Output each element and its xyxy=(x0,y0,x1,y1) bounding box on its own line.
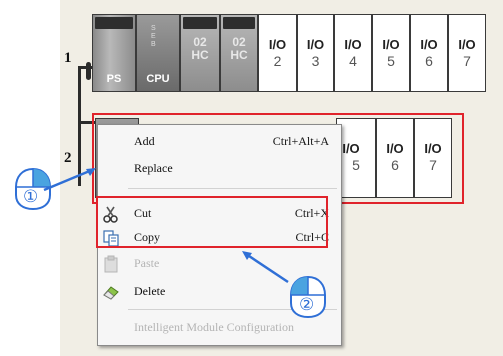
menu-item-paste[interactable]: Paste xyxy=(98,253,341,275)
io-slot-number: 3 xyxy=(311,53,320,69)
arrow-to-copy xyxy=(242,251,289,284)
ps-label: PS xyxy=(106,73,122,85)
io-slot-number: 2 xyxy=(273,53,282,69)
eraser-icon xyxy=(102,283,120,301)
io-slot-5[interactable]: I/O 5 xyxy=(372,14,410,92)
menu-item-label: Intelligent Module Configuration xyxy=(134,320,294,334)
io-slot-4[interactable]: I/O 4 xyxy=(334,14,372,92)
cpu-label: CPU xyxy=(146,73,170,85)
module-top-bar xyxy=(95,17,133,29)
hc-module-1[interactable]: 02 HC xyxy=(180,14,220,92)
menu-item-label: Add xyxy=(134,134,155,148)
io-slot-number: 6 xyxy=(425,53,433,69)
hc-module-2[interactable]: 02 HC xyxy=(220,14,258,92)
io-label: I/O xyxy=(420,37,438,52)
marker-number-1: ① xyxy=(23,187,39,206)
menu-item-add[interactable]: Add Ctrl+Alt+A xyxy=(98,131,341,153)
hc-type: HC xyxy=(191,48,209,62)
rack-number-1: 1 xyxy=(64,50,72,66)
menu-separator xyxy=(128,188,337,189)
io-label: I/O xyxy=(382,37,400,52)
module-top-bar xyxy=(183,17,217,29)
marker-number-2: ② xyxy=(299,295,315,314)
rack-connector-row1-tail xyxy=(86,62,91,80)
menu-item-label: Replace xyxy=(134,161,173,175)
ps-module[interactable]: PS xyxy=(92,14,136,92)
cut-copy-highlight-box xyxy=(96,196,328,248)
led-s: S xyxy=(151,25,156,32)
cpu-led-indicators: S E B xyxy=(151,25,156,49)
menu-item-replace[interactable]: Replace xyxy=(98,158,341,180)
menu-item-intelligent-module-configuration[interactable]: Intelligent Module Configuration xyxy=(98,317,341,339)
menu-item-shortcut: Ctrl+Alt+A xyxy=(272,134,329,148)
io-slot-number: 7 xyxy=(463,53,471,69)
io-slot-number: 4 xyxy=(349,53,357,69)
menu-item-label: Delete xyxy=(134,284,166,298)
io-slot-number: 5 xyxy=(387,53,395,69)
io-label: I/O xyxy=(306,37,325,52)
cpu-module[interactable]: S E B CPU xyxy=(136,14,180,92)
io-slot-3[interactable]: I/O 3 xyxy=(297,14,334,92)
module-top-bar xyxy=(223,17,255,29)
hc-type: HC xyxy=(230,48,248,62)
arrow-to-rack2 xyxy=(43,168,96,192)
io-slot-7[interactable]: I/O 7 xyxy=(448,14,486,92)
hc-model: 02 xyxy=(193,35,207,49)
io-label: I/O xyxy=(458,37,476,52)
paste-icon xyxy=(102,255,120,273)
io-slot-2[interactable]: I/O 2 xyxy=(258,14,297,92)
io-label: I/O xyxy=(268,37,287,52)
mouse-left-click-marker: ② xyxy=(289,275,327,319)
hc-model: 02 xyxy=(232,35,246,49)
io-slot-6[interactable]: I/O 6 xyxy=(410,14,448,92)
led-b: B xyxy=(151,41,156,48)
menu-item-label: Paste xyxy=(134,256,160,270)
led-e: E xyxy=(151,33,156,40)
io-label: I/O xyxy=(344,37,362,52)
